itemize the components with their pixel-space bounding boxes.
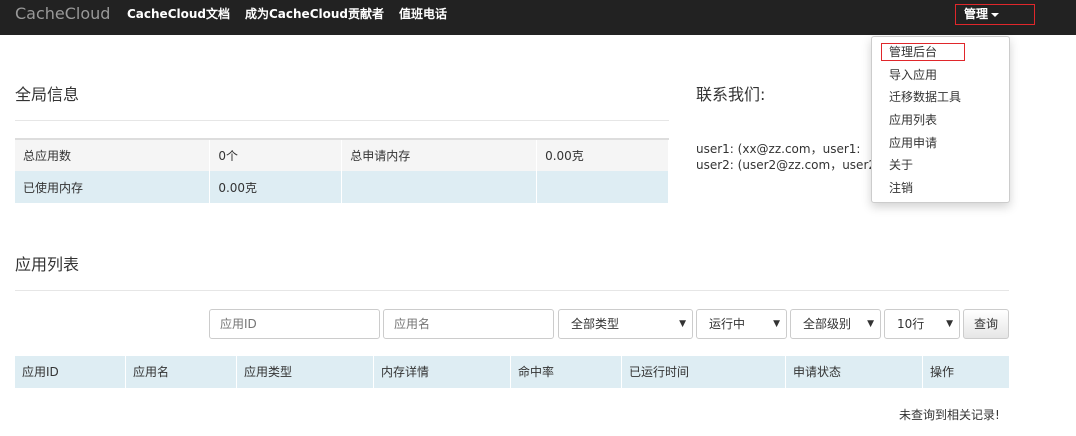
status-select[interactable]: 运行中 ▼ xyxy=(696,309,787,339)
table-cell: 0.00克 xyxy=(536,139,669,171)
level-select-value: 全部级别 xyxy=(803,317,852,331)
type-select[interactable]: 全部类型 ▼ xyxy=(558,309,693,339)
table-cell: 总应用数 xyxy=(15,139,211,171)
status-select-value: 运行中 xyxy=(709,317,746,331)
menu-item-import-app[interactable]: 导入应用 xyxy=(889,67,937,83)
app-name-input[interactable] xyxy=(383,309,554,339)
table-cell xyxy=(341,171,538,203)
menu-item-admin[interactable]: 管理后台 xyxy=(889,44,937,60)
table-cell: 0.00克 xyxy=(209,171,343,203)
caret-down-icon xyxy=(991,12,1000,17)
table-row: 已使用内存 0.00克 xyxy=(15,171,669,203)
dropdown-arrow-icon: ▼ xyxy=(867,319,874,329)
column-header[interactable]: 已运行时间 xyxy=(622,356,786,388)
brand-logo[interactable]: CacheCloud xyxy=(15,4,110,24)
nav-link-duty-phone[interactable]: 值班电话 xyxy=(399,5,447,23)
page-size-select[interactable]: 10行 ▼ xyxy=(884,309,960,339)
manage-menu-toggle[interactable]: 管理 xyxy=(955,4,1035,25)
divider xyxy=(15,120,669,121)
level-select[interactable]: 全部级别 ▼ xyxy=(790,309,881,339)
dropdown-arrow-icon: ▼ xyxy=(679,319,686,329)
dropdown-arrow-icon: ▼ xyxy=(946,319,953,329)
column-header[interactable]: 应用ID xyxy=(15,356,126,388)
table-cell xyxy=(536,171,669,203)
menu-item-migrate-tool[interactable]: 迁移数据工具 xyxy=(889,89,961,105)
empty-result-message: 未查询到相关记录! xyxy=(899,408,1000,422)
menu-item-about[interactable]: 关于 xyxy=(889,157,913,173)
column-header[interactable]: 应用类型 xyxy=(237,356,374,388)
nav-link-docs[interactable]: CacheCloud文档 xyxy=(127,5,230,23)
manage-label: 管理 xyxy=(964,7,989,21)
table-row: 总应用数 0个 总申请内存 0.00克 xyxy=(15,139,669,171)
contact-line: user1: (xx@zz.com，user1: xyxy=(696,142,861,156)
column-header[interactable]: 应用名 xyxy=(126,356,237,388)
table-cell: 已使用内存 xyxy=(15,171,211,203)
query-button[interactable]: 查询 xyxy=(963,309,1009,339)
app-table-header: 应用ID 应用名 应用类型 内存详情 命中率 已运行时间 申请状态 操作 xyxy=(15,356,1009,388)
table-cell: 0个 xyxy=(209,139,343,171)
page-size-select-value: 10行 xyxy=(897,317,925,331)
menu-item-logout[interactable]: 注销 xyxy=(889,180,913,196)
menu-item-app-list[interactable]: 应用列表 xyxy=(889,112,937,128)
contact-line: user2: (user2@zz.com，user2 xyxy=(696,158,877,172)
column-header[interactable]: 命中率 xyxy=(511,356,622,388)
column-header[interactable]: 内存详情 xyxy=(374,356,511,388)
app-id-input[interactable] xyxy=(209,309,380,339)
nav-link-contribute[interactable]: 成为CacheCloud贡献者 xyxy=(245,5,384,23)
manage-dropdown-menu: 管理后台 导入应用 迁移数据工具 应用列表 应用申请 关于 注销 xyxy=(871,36,1010,203)
top-navbar: CacheCloud CacheCloud文档 成为CacheCloud贡献者 … xyxy=(0,0,1076,35)
type-select-value: 全部类型 xyxy=(571,317,620,331)
contact-title: 联系我们: xyxy=(696,85,766,104)
app-list-title: 应用列表 xyxy=(15,255,80,274)
column-header[interactable]: 操作 xyxy=(923,356,1009,388)
divider xyxy=(15,290,1009,291)
global-info-title: 全局信息 xyxy=(15,85,80,104)
menu-item-app-apply[interactable]: 应用申请 xyxy=(889,135,937,151)
column-header[interactable]: 申请状态 xyxy=(786,356,923,388)
dropdown-arrow-icon: ▼ xyxy=(773,319,780,329)
global-info-table: 总应用数 0个 总申请内存 0.00克 已使用内存 0.00克 xyxy=(15,138,669,203)
table-cell: 总申请内存 xyxy=(341,139,538,171)
